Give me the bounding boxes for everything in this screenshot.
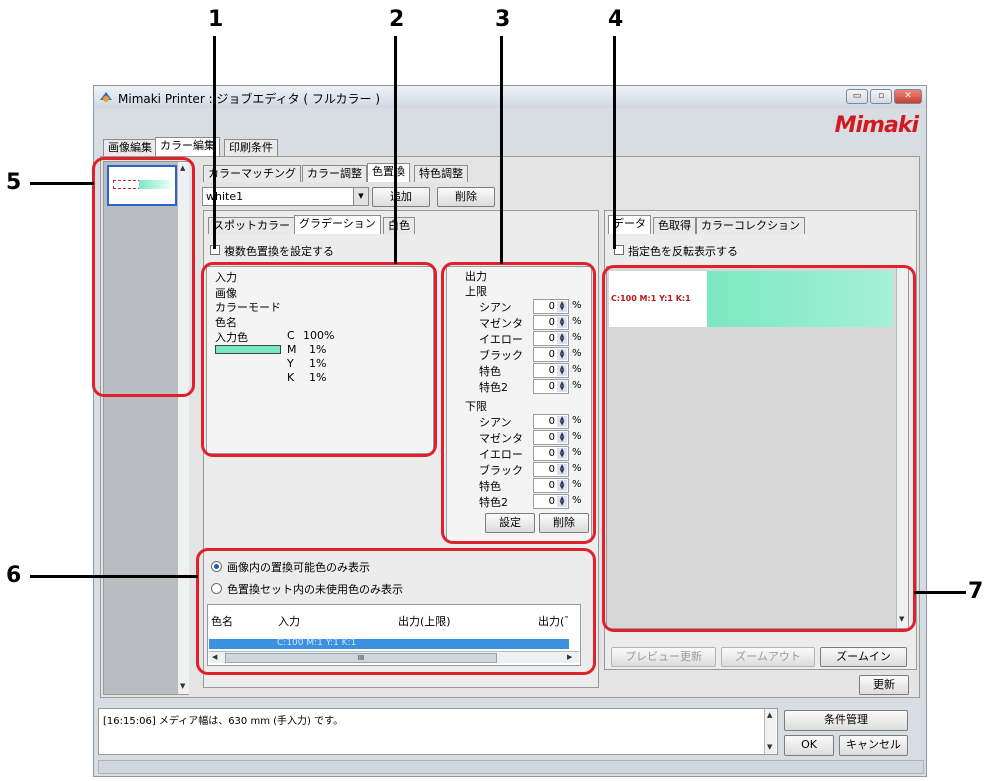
- callout-number-6: 6: [6, 563, 22, 588]
- tab-color-collection[interactable]: カラーコレクション: [696, 217, 805, 234]
- callout-number-1: 1: [208, 7, 224, 32]
- scroll-down-arrow[interactable]: ▼: [767, 743, 772, 751]
- window-title: Mimaki Printer : ジョブエディタ ( フルカラー ): [118, 92, 381, 106]
- leader-line-2: [394, 36, 397, 264]
- callout-number-2: 2: [389, 7, 405, 32]
- scroll-down-arrow[interactable]: ▼: [180, 682, 185, 690]
- zoom-out-button[interactable]: ズームアウト: [721, 647, 815, 667]
- refresh-button[interactable]: 更新: [859, 675, 909, 695]
- callout-number-5: 5: [6, 170, 22, 195]
- close-button[interactable]: ✕: [894, 89, 922, 104]
- maximize-button[interactable]: ▫: [870, 89, 892, 104]
- app-icon: [100, 92, 112, 102]
- leader-line-5: [30, 182, 94, 185]
- leader-line-3: [500, 36, 503, 264]
- tab-color-replace[interactable]: 色置換: [367, 163, 410, 182]
- add-button[interactable]: 追加: [372, 187, 430, 207]
- zoom-in-button[interactable]: ズームイン: [820, 647, 907, 667]
- multi-replace-label: 複数色置換を設定する: [224, 245, 334, 258]
- delete-set-button[interactable]: 削除: [437, 187, 495, 207]
- chevron-down-icon[interactable]: ▼: [353, 188, 368, 205]
- tab-image-edit[interactable]: 画像編集: [103, 139, 157, 156]
- tab-color-matching[interactable]: カラーマッチング: [203, 165, 301, 182]
- leader-line-6: [30, 575, 198, 578]
- leader-line-7: [914, 591, 966, 594]
- minimize-button[interactable]: ▭: [846, 89, 868, 104]
- tab-color-adjust[interactable]: カラー調整: [302, 165, 367, 182]
- tab-print-conditions[interactable]: 印刷条件: [224, 139, 278, 156]
- log-message: [16:15:06] メディア幅は、630 mm (手入力) です。: [103, 716, 344, 727]
- color-set-select[interactable]: white1 ▼: [202, 187, 369, 206]
- tab-white[interactable]: 白色: [383, 217, 415, 234]
- tab-gradation[interactable]: グラデーション: [294, 215, 381, 234]
- log-area: [16:15:06] メディア幅は、630 mm (手入力) です。 ▲ ▼: [98, 708, 778, 755]
- callout-number-4: 4: [608, 7, 624, 32]
- tab-color-edit[interactable]: カラー編集: [155, 137, 220, 156]
- callout-box-7: [602, 265, 916, 632]
- log-scrollbar[interactable]: ▲ ▼: [764, 709, 776, 754]
- status-bar: [98, 760, 924, 774]
- scroll-up-arrow[interactable]: ▲: [767, 711, 772, 719]
- callout-box-6: [196, 548, 596, 675]
- invert-label: 指定色を反転表示する: [628, 245, 738, 258]
- preview-update-button[interactable]: プレビュー更新: [611, 647, 716, 667]
- callout-number-7: 7: [968, 579, 984, 604]
- callout-number-3: 3: [495, 7, 511, 32]
- tab-get-color[interactable]: 色取得: [653, 217, 696, 234]
- ok-button[interactable]: OK: [784, 735, 834, 756]
- callout-box-3: [441, 262, 596, 544]
- leader-line-1: [213, 36, 216, 249]
- tab-spot-adjust[interactable]: 特色調整: [414, 165, 468, 182]
- leader-line-4: [613, 36, 616, 249]
- callout-box-5: [92, 157, 195, 397]
- condition-management-button[interactable]: 条件管理: [784, 710, 908, 731]
- tab-spot-color[interactable]: スポットカラー: [208, 217, 295, 234]
- cancel-button[interactable]: キャンセル: [839, 735, 908, 756]
- mimaki-logo: Mimaki: [834, 113, 919, 138]
- title-bar: Mimaki Printer : ジョブエディタ ( フルカラー ) ▭ ▫ ✕: [94, 86, 926, 108]
- color-set-value: white1: [206, 190, 244, 203]
- callout-box-2: [201, 262, 437, 457]
